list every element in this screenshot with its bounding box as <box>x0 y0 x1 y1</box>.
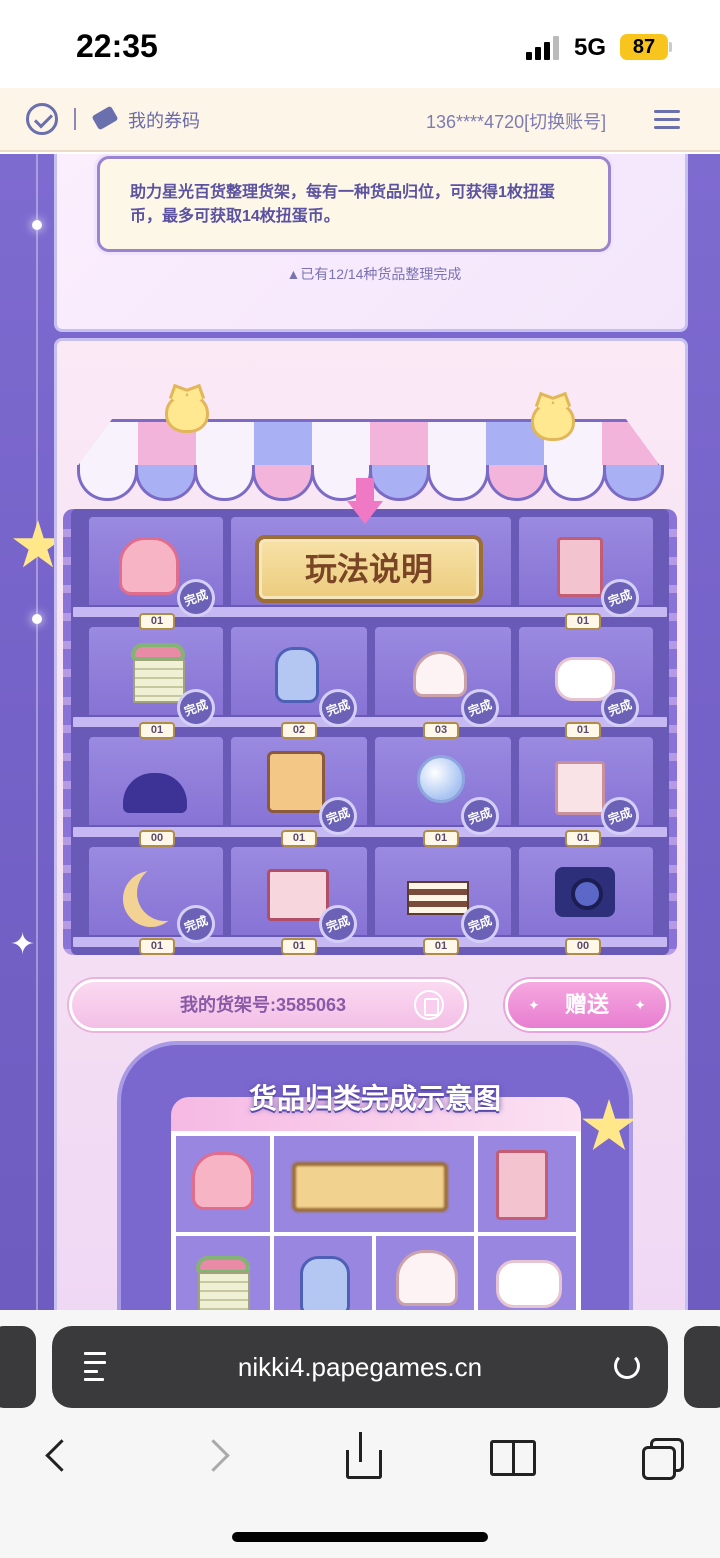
rules-button[interactable]: 玩法说明 <box>255 535 483 603</box>
suitcase-item-icon[interactable] <box>267 751 325 813</box>
network-type: 5G <box>574 34 607 61</box>
sample-title: 货品归类完成示意图 <box>248 1082 501 1115</box>
item-count: 01 <box>281 938 317 955</box>
backpack-item-icon <box>192 1152 254 1210</box>
cake-item-icon[interactable] <box>407 881 469 915</box>
sample-sign <box>292 1162 448 1212</box>
shelf-card: 完成 完成 01 01 玩法说明 完成 完成 完成 完成 01 02 03 01… <box>54 338 688 1310</box>
item-count: 03 <box>423 722 459 739</box>
perfume-item-icon[interactable] <box>275 647 319 703</box>
photo-album-item-icon[interactable] <box>557 537 603 597</box>
item-count: 01 <box>139 613 175 630</box>
item-count: 01 <box>565 613 601 630</box>
address-bar[interactable]: nikki4.papegames.cn <box>52 1326 668 1408</box>
item-count: 00 <box>565 938 601 955</box>
item-count: 02 <box>281 722 317 739</box>
cat-mascot-icon <box>531 401 575 441</box>
progress-note: ▲已有12/14种货品整理完成 <box>286 266 462 282</box>
event-page: ✦ 助力星光百货整理货架，每有一种货品归位，可获得1枚扭蛋币，最多可获取14枚扭… <box>0 154 720 1310</box>
status-time: 22:35 <box>76 28 158 64</box>
header-divider <box>74 108 76 130</box>
intro-card: 助力星光百货整理货架，每有一种货品归位，可获得1枚扭蛋币，最多可获取14枚扭蛋币… <box>54 154 688 332</box>
switch-account-link[interactable]: 136****4720[切换账号] <box>426 108 606 134</box>
reload-icon[interactable] <box>614 1353 640 1379</box>
back-icon[interactable] <box>42 1432 92 1482</box>
perfume-item-icon <box>300 1256 350 1310</box>
copy-icon[interactable] <box>414 990 444 1020</box>
photo-album-item-icon <box>496 1150 548 1220</box>
item-count: 01 <box>281 830 317 847</box>
shelf-id-field: 我的货架号:3585063 <box>69 979 467 1031</box>
forward-icon[interactable] <box>192 1432 242 1482</box>
share-icon[interactable] <box>340 1432 390 1482</box>
menu-icon[interactable] <box>654 110 680 130</box>
item-count: 01 <box>139 722 175 739</box>
shelf-id-text: 我的货架号:3585063 <box>180 995 347 1015</box>
sparkle-icon: ✦ <box>10 928 36 961</box>
bookmarks-icon[interactable] <box>490 1432 540 1482</box>
item-count: 01 <box>565 722 601 739</box>
camera-item-icon[interactable] <box>555 867 615 917</box>
decor-dot <box>32 614 42 624</box>
item-count: 01 <box>139 938 175 955</box>
cat-mascot-icon <box>165 393 209 433</box>
sample-grid <box>171 1131 581 1310</box>
battery-icon: 87 <box>620 34 668 60</box>
bunny-mug-item-icon <box>496 1260 562 1308</box>
flower-basket-item-icon[interactable] <box>133 659 185 703</box>
gift-button[interactable]: ✦ 赠送 ✦ <box>505 979 669 1031</box>
flower-basket-item-icon <box>198 1272 250 1310</box>
crystal-ball-item-icon[interactable] <box>417 755 465 803</box>
gift-button-label: 赠送 <box>564 992 609 1017</box>
browser-toolbar: nikki4.papegames.cn <box>0 1310 720 1558</box>
milk-box-item-icon[interactable] <box>555 761 605 815</box>
item-count: 01 <box>423 830 459 847</box>
url-text[interactable]: nikki4.papegames.cn <box>52 1352 668 1383</box>
previous-tab-preview[interactable] <box>0 1326 36 1408</box>
next-tab-preview[interactable] <box>684 1326 720 1408</box>
brand-logo-icon[interactable] <box>26 103 58 135</box>
tabs-icon[interactable] <box>640 1432 690 1482</box>
sample-diagram-panel: 货品归类完成示意图 <box>117 1041 636 1310</box>
battery-nub <box>669 42 672 52</box>
site-header: 我的券码 136****4720[切换账号] <box>0 88 720 152</box>
home-indicator <box>232 1532 488 1542</box>
backpack-item-icon[interactable] <box>119 537 179 595</box>
status-bar: 22:35 5G 87 <box>0 0 720 88</box>
decor-line <box>36 154 38 1310</box>
signal-icon <box>526 36 562 60</box>
decor-dot <box>32 220 42 230</box>
makeup-palette-item-icon[interactable] <box>267 869 329 921</box>
item-count: 01 <box>423 938 459 955</box>
my-coupon-link[interactable]: 我的券码 <box>128 107 200 133</box>
item-count: 00 <box>139 830 175 847</box>
ticket-icon <box>91 105 119 131</box>
shell-item-icon[interactable] <box>413 651 467 697</box>
intro-text: 助力星光百货整理货架，每有一种货品归位，可获得1枚扭蛋币，最多可获取14枚扭蛋币… <box>97 156 611 252</box>
shell-item-icon <box>396 1250 458 1306</box>
item-count: 01 <box>565 830 601 847</box>
